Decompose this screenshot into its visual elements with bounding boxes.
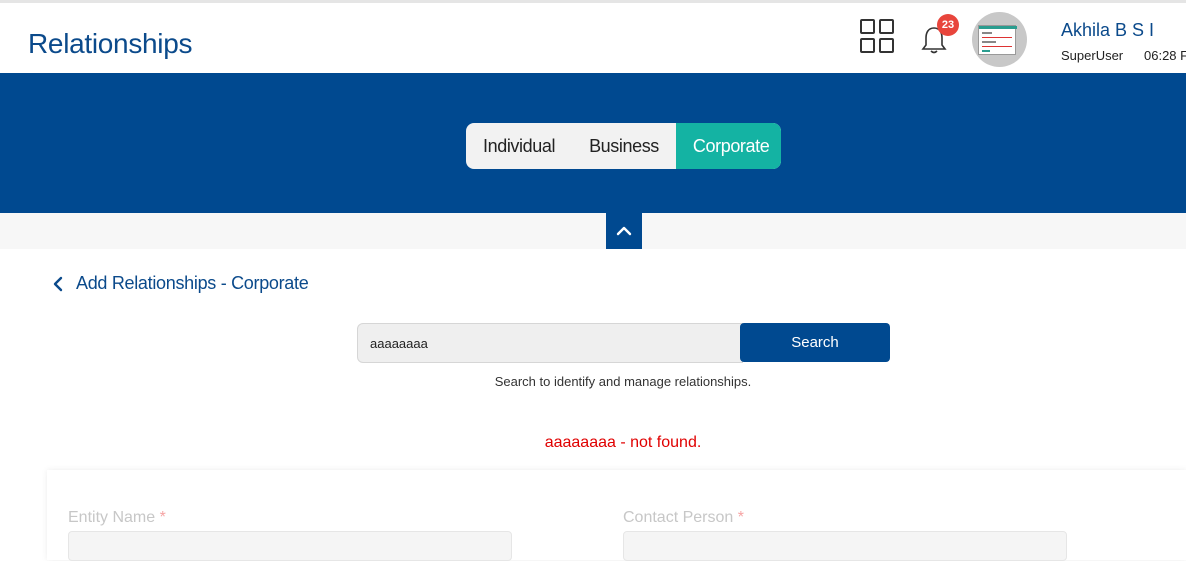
tab-business[interactable]: Business xyxy=(572,123,676,169)
contact-person-label: Contact Person * xyxy=(623,509,744,526)
user-name: Akhila B S I xyxy=(1061,20,1155,40)
tab-individual[interactable]: Individual xyxy=(466,123,572,169)
entity-name-label: Entity Name * xyxy=(68,509,166,526)
search-button[interactable]: Search xyxy=(740,323,890,362)
relationship-type-tabs: Individual Business Corporate xyxy=(466,123,781,169)
page-title: Relationships xyxy=(28,28,193,59)
apps-grid-icon[interactable] xyxy=(860,19,895,54)
search-input[interactable] xyxy=(357,323,743,363)
tab-corporate[interactable]: Corporate xyxy=(675,123,781,169)
chevron-up-icon xyxy=(616,226,632,236)
user-time: 06:28 F xyxy=(1144,48,1186,63)
chevron-left-icon xyxy=(53,276,63,291)
back-link[interactable]: Add Relationships - Corporate xyxy=(52,273,309,294)
contact-person-field[interactable] xyxy=(623,531,1067,561)
top-bar: Relationships 23 Akhila B S I SuperUser … xyxy=(0,0,1186,73)
collapse-strip xyxy=(0,213,1186,249)
not-found-message: aaaaaaaa - not found. xyxy=(544,434,702,451)
avatar[interactable] xyxy=(972,12,1027,67)
banner: Individual Business Corporate xyxy=(0,73,1186,213)
entity-name-field[interactable] xyxy=(68,531,512,561)
corporate-form: Entity Name * Contact Person * xyxy=(47,470,1186,561)
user-role: SuperUser xyxy=(1061,48,1124,63)
search-hint: Search to identify and manage relationsh… xyxy=(494,374,752,389)
collapse-button[interactable] xyxy=(606,213,642,249)
back-link-label: Add Relationships - Corporate xyxy=(76,273,309,293)
notification-badge: 23 xyxy=(937,14,959,36)
